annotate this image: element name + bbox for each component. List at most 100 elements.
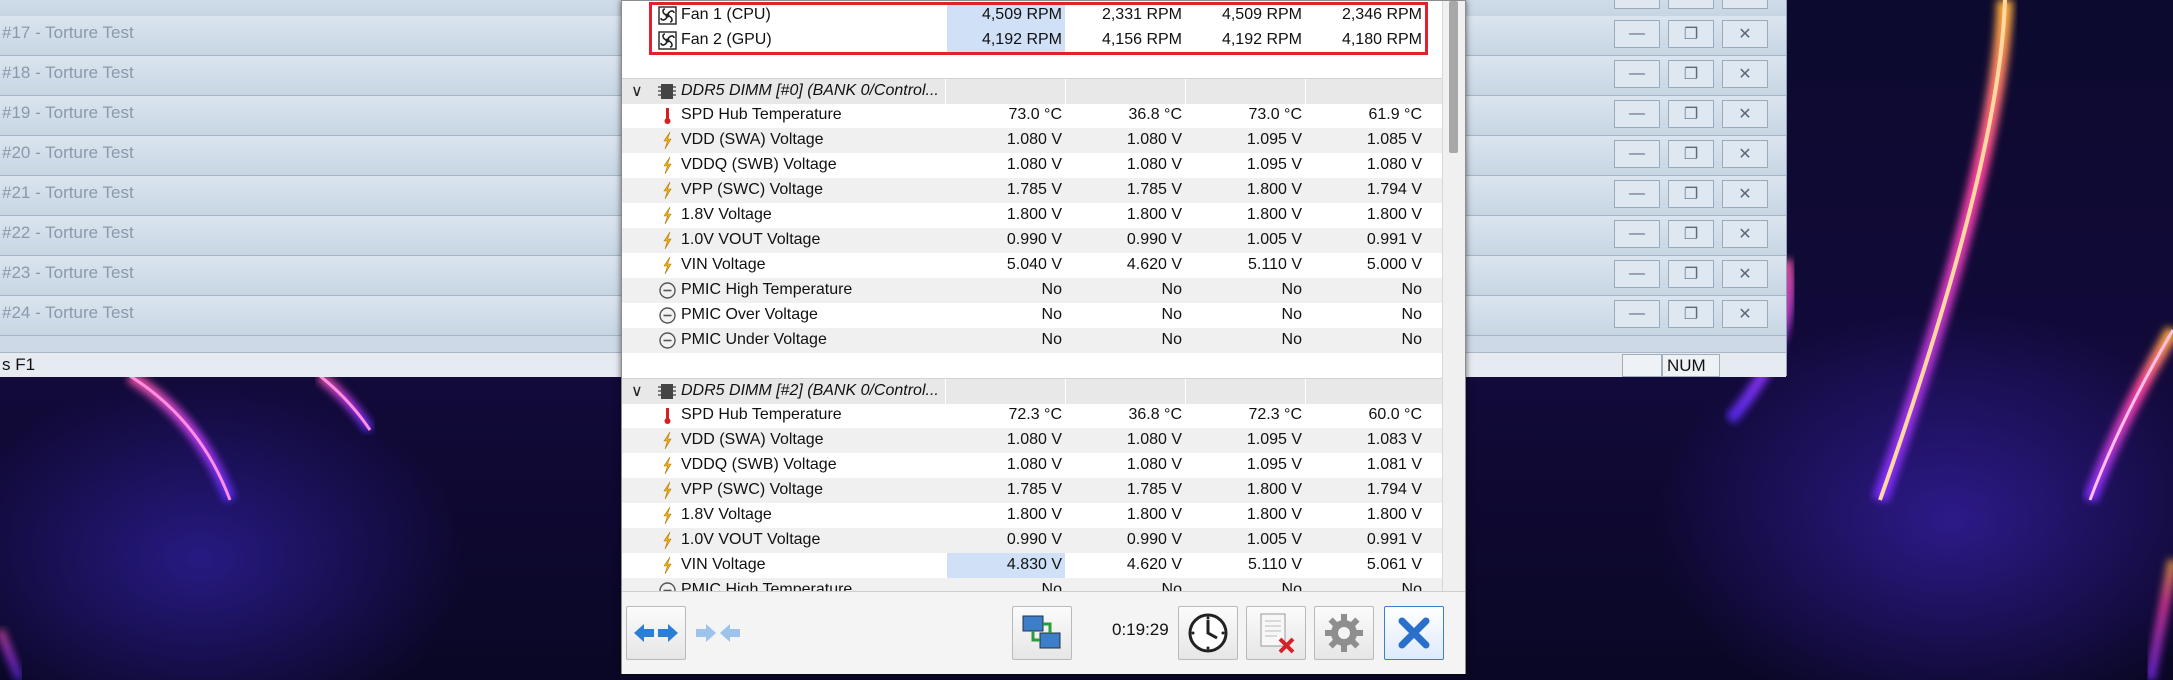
sensor-row[interactable]: 1.8V Voltage 1.800 V 1.800 V 1.800 V 1.800 V (622, 203, 1442, 228)
restore-button[interactable]: ❐ (1668, 260, 1714, 288)
restore-button[interactable]: ❐ (1668, 180, 1714, 208)
sensor-row[interactable]: PMIC Over Voltage No No No No (622, 303, 1442, 328)
status-icon (659, 307, 676, 324)
sensor-value: 4,192 RPM (981, 31, 1062, 48)
voltage-icon (663, 431, 672, 450)
sensor-value: No (1401, 581, 1422, 591)
column-separator (945, 79, 946, 104)
minimize-button[interactable]: — (1614, 300, 1660, 328)
sensor-row[interactable]: VDD (SWA) Voltage 1.080 V 1.080 V 1.095 V 1.… (622, 128, 1442, 153)
sensor-row[interactable]: VPP (SWC) Voltage 1.785 V 1.785 V 1.800 V 1.… (622, 478, 1442, 503)
sensor-value: 1.794 V (1366, 181, 1422, 198)
close-button[interactable]: ✕ (1722, 180, 1768, 208)
sensor-row[interactable]: VDD (SWA) Voltage 1.080 V 1.080 V 1.095 V 1.… (622, 428, 1442, 453)
scrollbar-thumb[interactable] (1449, 1, 1458, 153)
sensor-group-title: DDR5 DIMM [#2] (BANK 0/Control... (681, 382, 939, 399)
restore-button[interactable]: ❐ (1668, 300, 1714, 328)
close-icon: ✕ (1738, 26, 1752, 43)
sensor-row[interactable]: Fan 1 (CPU) 4,509 RPM 2,331 RPM 4,509 RPM 2,… (622, 3, 1442, 28)
close-button[interactable]: ✕ (1722, 60, 1768, 88)
status-num-indicator: NUM (1662, 354, 1720, 377)
settings-button[interactable] (1314, 606, 1374, 660)
sensor-value: No (1281, 281, 1302, 298)
close-button[interactable]: ✕ (1722, 260, 1768, 288)
sensor-row[interactable]: VIN Voltage 5.040 V 4.620 V 5.110 V 5.000 V (622, 253, 1442, 278)
sensor-row[interactable]: 1.8V Voltage 1.800 V 1.800 V 1.800 V 1.800 V (622, 503, 1442, 528)
minimize-icon: — (1629, 305, 1645, 322)
minimize-button[interactable]: — (1614, 220, 1660, 248)
clock-button[interactable] (1178, 606, 1238, 660)
sensor-row[interactable]: 1.0V VOUT Voltage 0.990 V 0.990 V 1.005 V 0.… (622, 528, 1442, 553)
sensor-row[interactable]: VIN Voltage 4.830 V 4.620 V 5.110 V 5.061 V (622, 553, 1442, 578)
sensor-value: 1.081 V (1366, 456, 1422, 473)
close-button[interactable]: ✕ (1722, 140, 1768, 168)
restore-button[interactable]: ❐ (1668, 220, 1714, 248)
restore-button[interactable]: ❐ (1668, 100, 1714, 128)
sensor-label: 1.0V VOUT Voltage (681, 531, 821, 548)
reset-log-button[interactable] (1246, 606, 1306, 660)
sensor-value: 1.080 V (1126, 131, 1182, 148)
torture-test-label: #23 - Torture Test (2, 263, 134, 282)
minimize-button[interactable]: — (1614, 60, 1660, 88)
minimize-button[interactable]: — (1614, 100, 1660, 128)
sensor-row[interactable]: PMIC High Temperature No No No No (622, 578, 1442, 591)
chevron-down-icon[interactable]: ∨ (631, 381, 643, 401)
sensor-label: SPD Hub Temperature (681, 106, 842, 123)
sensor-row[interactable]: VPP (SWC) Voltage 1.785 V 1.785 V 1.800 V 1.… (622, 178, 1442, 203)
memory-chip-icon (658, 84, 676, 99)
close-button[interactable]: ✕ (1722, 300, 1768, 328)
fan-icon (658, 6, 677, 25)
restore-icon: ❐ (1683, 26, 1699, 43)
collapse-columns-button[interactable] (688, 606, 748, 660)
sensor-row[interactable]: VDDQ (SWB) Voltage 1.080 V 1.080 V 1.095 V 1… (622, 453, 1442, 478)
sensor-group-header[interactable]: ∨ DDR5 DIMM [#0] (BANK 0/Control... (622, 78, 1442, 104)
sensor-label: PMIC High Temperature (681, 281, 853, 298)
restore-button[interactable]: ❐ (1668, 140, 1714, 168)
close-icon: ✕ (1738, 226, 1752, 243)
minimize-button[interactable]: — (1614, 180, 1660, 208)
restore-button[interactable]: ❐ (1668, 20, 1714, 48)
status-cell-empty (1622, 354, 1662, 377)
minimize-button[interactable]: — (1614, 0, 1660, 9)
sensor-value: 0.990 V (1006, 531, 1062, 548)
minimize-icon: — (1629, 185, 1645, 202)
sensor-value: 4,509 RPM (981, 6, 1062, 23)
close-button[interactable]: ✕ (1722, 220, 1768, 248)
close-icon: ✕ (1738, 0, 1751, 5)
minimize-button[interactable]: — (1614, 140, 1660, 168)
sensor-value: No (1161, 281, 1182, 298)
vertical-scrollbar[interactable] (1442, 1, 1465, 591)
restore-button[interactable]: ❐ (1668, 60, 1714, 88)
sensor-row[interactable]: SPD Hub Temperature 73.0 °C 36.8 °C 73.0 °C… (622, 103, 1442, 128)
close-button[interactable] (1384, 606, 1444, 660)
expand-columns-button[interactable] (626, 606, 686, 660)
sensor-value: 72.3 °C (1008, 406, 1062, 423)
sensor-row[interactable]: 1.0V VOUT Voltage 0.990 V 0.990 V 1.005 V 0.… (622, 228, 1442, 253)
voltage-icon (663, 456, 672, 475)
sensor-row[interactable]: PMIC Under Voltage No No No No (622, 328, 1442, 353)
collapse-columns-icon (696, 624, 740, 642)
sensor-row[interactable]: SPD Hub Temperature 72.3 °C 36.8 °C 72.3 °C… (622, 403, 1442, 428)
voltage-icon (663, 156, 672, 175)
sensor-value: 1.005 V (1246, 231, 1302, 248)
sensor-row[interactable]: Fan 2 (GPU) 4,192 RPM 4,156 RPM 4,192 RPM 4,… (622, 28, 1442, 53)
chevron-down-icon[interactable]: ∨ (631, 81, 643, 101)
minimize-button[interactable]: — (1614, 260, 1660, 288)
sensor-value: 5.110 V (1248, 556, 1302, 573)
thermometer-icon (664, 408, 671, 424)
sensor-group-header[interactable]: ∨ DDR5 DIMM [#2] (BANK 0/Control... (622, 378, 1442, 404)
minimize-button[interactable]: — (1614, 20, 1660, 48)
sensor-row[interactable]: VDDQ (SWB) Voltage 1.080 V 1.080 V 1.095 V 1… (622, 153, 1442, 178)
restore-button[interactable]: ❐ (1668, 0, 1714, 9)
sensor-value: 72.3 °C (1248, 406, 1302, 423)
close-button[interactable]: ✕ (1722, 100, 1768, 128)
sensor-value: 36.8 °C (1128, 106, 1182, 123)
sensor-value: 1.080 V (1366, 156, 1422, 173)
sensor-row[interactable]: PMIC High Temperature No No No No (622, 278, 1442, 303)
close-button[interactable]: ✕ (1722, 20, 1768, 48)
close-button[interactable]: ✕ (1722, 0, 1768, 9)
sensor-value: 73.0 °C (1248, 106, 1302, 123)
memory-chip-icon (658, 384, 676, 399)
sensor-value: 5.110 V (1248, 256, 1302, 273)
network-button[interactable] (1012, 606, 1072, 660)
